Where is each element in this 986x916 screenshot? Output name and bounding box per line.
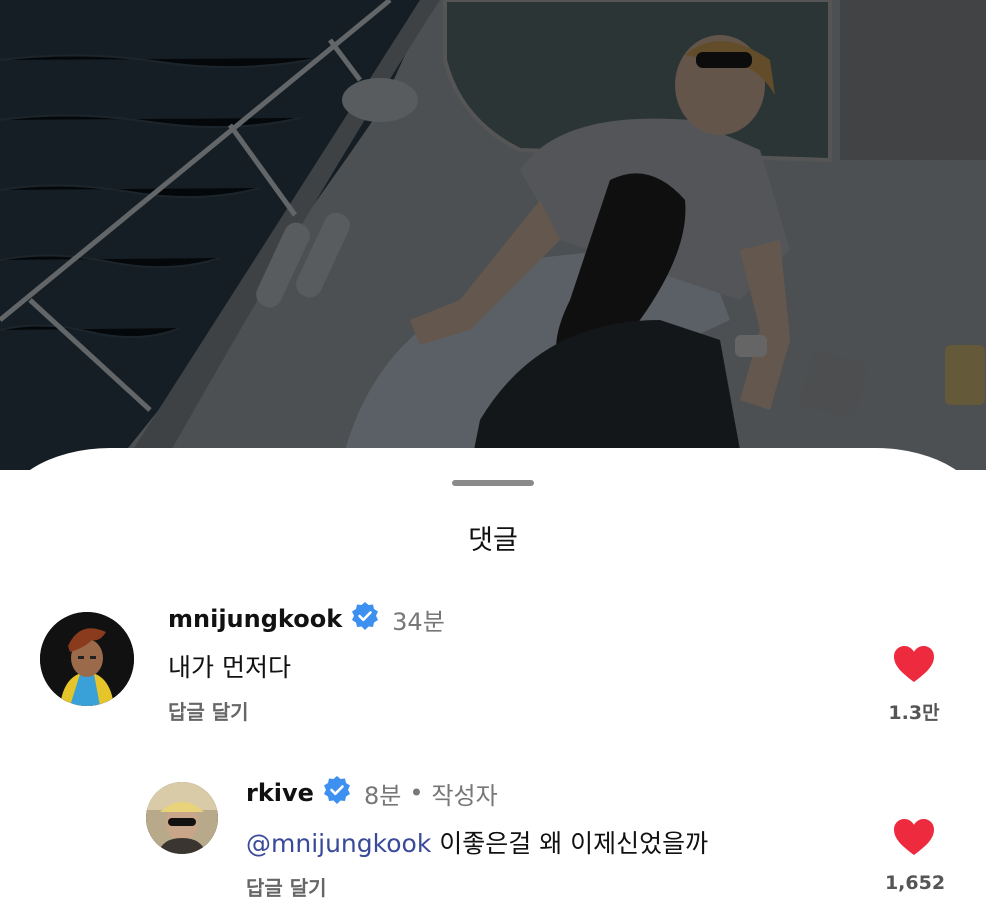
comment-text: 내가 먼저다 [168,653,291,682]
post-photo [0,0,986,470]
comment-body: @mnijungkook 이좋은걸 왜 이제신었을까 [246,824,708,860]
comment-username[interactable]: rkive [246,779,314,807]
comment-username[interactable]: mnijungkook [168,605,342,633]
like-count: 1.3만 [888,702,940,724]
verified-badge-icon [322,775,352,811]
reply-button[interactable]: 답글 달기 [168,696,249,725]
like-count: 1,652 [884,872,946,894]
avatar[interactable] [40,612,134,706]
author-tag: 작성자 [431,781,498,810]
heart-icon[interactable] [892,817,936,857]
verified-badge-icon [350,601,380,637]
separator-dot: • [409,779,424,807]
drag-handle[interactable] [452,480,534,486]
reply-button[interactable]: 답글 달기 [246,872,327,901]
mention-link[interactable]: @mnijungkook [246,829,431,858]
comment-time: 8분 [363,781,402,810]
comment-text: 이좋은걸 왜 이제신었을까 [439,829,709,858]
sheet-title: 댓글 [468,525,518,556]
comments-sheet: 댓글 mnijungkook 34분 내가 먼저다 답글 달기 1.3만 rki… [0,448,986,916]
comment-time: 34분 [392,607,445,636]
avatar[interactable] [146,782,218,854]
heart-icon[interactable] [892,644,936,684]
